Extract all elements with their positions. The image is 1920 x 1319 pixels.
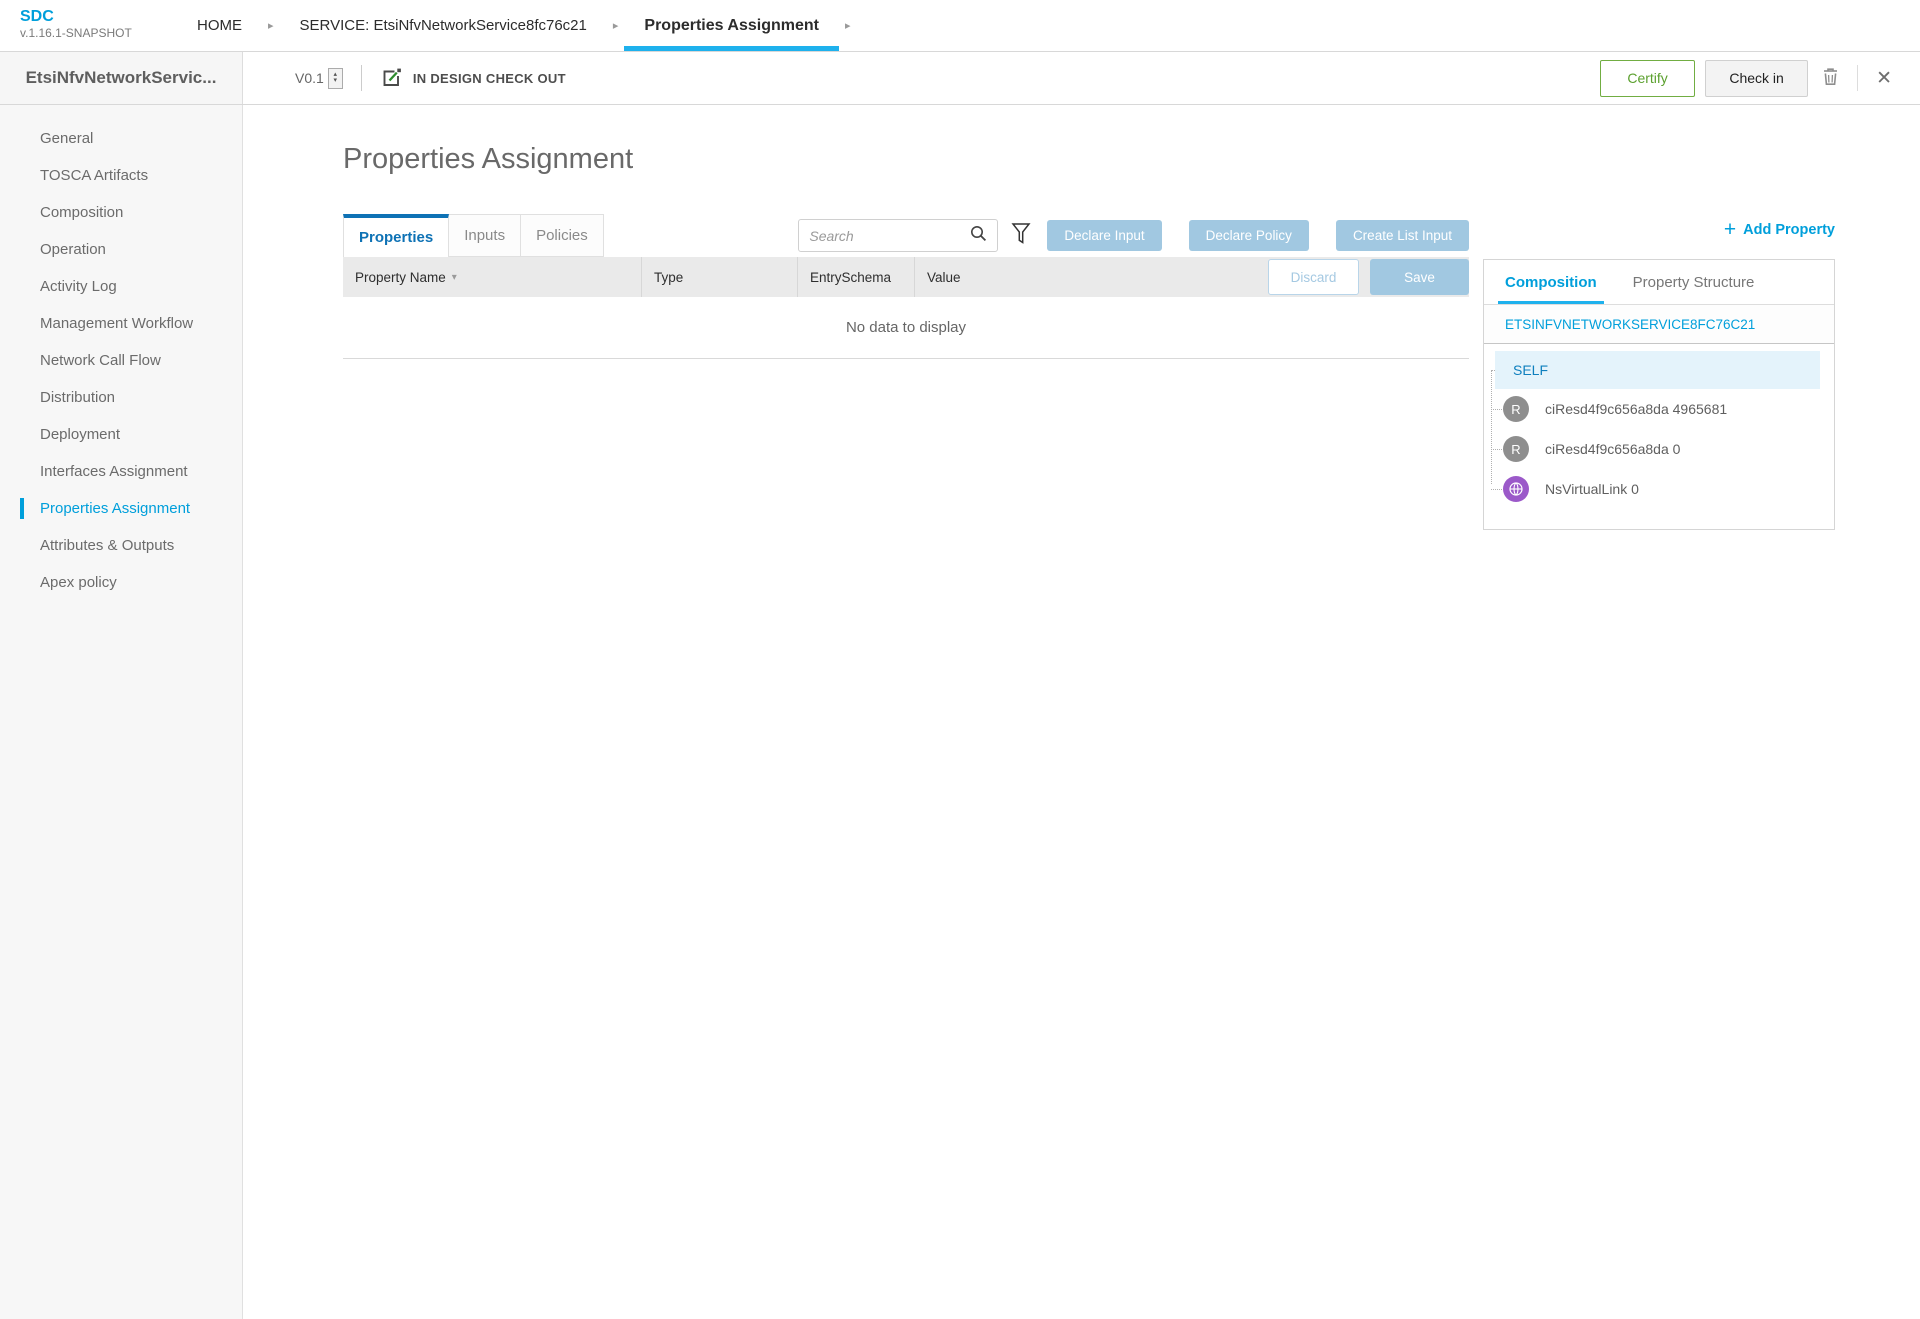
sidebar-item-attributes-outputs[interactable]: Attributes & Outputs xyxy=(0,527,242,564)
sidebar: General TOSCA Artifacts Composition Oper… xyxy=(0,105,243,1319)
divider xyxy=(1857,65,1858,91)
sort-arrow-icon: ▾ xyxy=(452,272,457,283)
declare-policy-button[interactable]: Declare Policy xyxy=(1189,220,1309,251)
table-header: Property Name ▾ Type EntrySchema Value D… xyxy=(343,257,1469,297)
column-entry-schema: EntrySchema xyxy=(798,257,915,297)
sidebar-item-apex-policy[interactable]: Apex policy xyxy=(0,564,242,601)
composition-panel: Composition Property Structure ETSINFVNE… xyxy=(1483,259,1835,530)
trash-icon xyxy=(1822,67,1839,89)
declare-input-button[interactable]: Declare Input xyxy=(1047,220,1161,251)
breadcrumb-home[interactable]: HOME xyxy=(195,0,244,51)
sidebar-item-management-workflow[interactable]: Management Workflow xyxy=(0,305,242,342)
entity-name: EtsiNfvNetworkServic... xyxy=(0,52,243,104)
sidebar-item-interfaces-assignment[interactable]: Interfaces Assignment xyxy=(0,453,242,490)
tab-property-structure[interactable]: Property Structure xyxy=(1626,260,1762,304)
breadcrumb-arrow-icon: ▸ xyxy=(589,0,643,51)
version-area: V0.1 ▴▾ IN DESIGN CHECK OUT xyxy=(243,52,566,104)
tab-inputs[interactable]: Inputs xyxy=(449,214,521,257)
version-label: V0.1 xyxy=(295,70,324,86)
tab-policies[interactable]: Policies xyxy=(521,214,604,257)
version-selector[interactable]: ▴▾ xyxy=(328,68,343,89)
properties-table: Property Name ▾ Type EntrySchema Value D… xyxy=(343,257,1469,359)
tab-group: Properties Inputs Policies xyxy=(343,214,604,257)
breadcrumb-properties-assignment[interactable]: Properties Assignment xyxy=(642,0,821,51)
sidebar-item-deployment[interactable]: Deployment xyxy=(0,416,242,453)
page-title: Properties Assignment xyxy=(343,143,1835,176)
breadcrumb-arrow-icon: ▸ xyxy=(821,0,875,51)
sdc-logo-title: SDC xyxy=(20,8,195,26)
tree-item-self[interactable]: SELF xyxy=(1495,351,1820,389)
discard-button[interactable]: Discard xyxy=(1268,259,1359,295)
tab-properties[interactable]: Properties xyxy=(343,214,449,257)
resource-badge-icon: R xyxy=(1503,436,1529,462)
service-link-row: ETSINFVNETWORKSERVICE8FC76C21 xyxy=(1484,305,1834,344)
header-actions: Certify Check in ✕ xyxy=(1600,52,1920,104)
sidebar-item-network-call-flow[interactable]: Network Call Flow xyxy=(0,342,242,379)
search-box xyxy=(798,219,998,252)
sidebar-item-general[interactable]: General xyxy=(0,120,242,157)
column-property-name[interactable]: Property Name ▾ xyxy=(343,257,642,297)
sidebar-item-composition[interactable]: Composition xyxy=(0,194,242,231)
table-actions: Discard Save xyxy=(1268,259,1469,295)
sdc-logo: SDC v.1.16.1-SNAPSHOT xyxy=(0,0,195,51)
sidebar-item-properties-assignment[interactable]: Properties Assignment xyxy=(0,490,242,527)
tree-item-virtual-link[interactable]: NsVirtualLink 0 xyxy=(1484,469,1834,509)
filter-icon xyxy=(1011,222,1031,249)
close-icon: ✕ xyxy=(1876,67,1892,90)
sidebar-item-distribution[interactable]: Distribution xyxy=(0,379,242,416)
main-content: Properties Assignment Properties Inputs … xyxy=(243,105,1920,1319)
lifecycle-status: IN DESIGN CHECK OUT xyxy=(413,71,566,86)
declare-actions: Declare Input Declare Policy Create List… xyxy=(1047,220,1469,251)
workspace-header: EtsiNfvNetworkServic... V0.1 ▴▾ IN DESIG… xyxy=(0,52,1920,105)
divider xyxy=(361,65,362,91)
breadcrumb-arrow-icon: ▸ xyxy=(244,0,298,51)
resource-badge-icon: R xyxy=(1503,396,1529,422)
close-button[interactable]: ✕ xyxy=(1862,60,1906,97)
plus-icon: + xyxy=(1724,220,1736,240)
breadcrumb-service[interactable]: SERVICE: EtsiNfvNetworkService8fc76c21 xyxy=(298,0,589,51)
network-icon xyxy=(1503,476,1529,502)
tab-composition[interactable]: Composition xyxy=(1498,260,1604,304)
sidebar-item-tosca-artifacts[interactable]: TOSCA Artifacts xyxy=(0,157,242,194)
properties-toolbar: Properties Inputs Policies xyxy=(343,214,1469,257)
empty-table-message: No data to display xyxy=(343,297,1469,359)
sidebar-item-activity-log[interactable]: Activity Log xyxy=(0,268,242,305)
certify-button[interactable]: Certify xyxy=(1600,60,1695,97)
search-input[interactable] xyxy=(809,228,970,244)
check-in-button[interactable]: Check in xyxy=(1705,60,1808,97)
top-nav: SDC v.1.16.1-SNAPSHOT HOME ▸ SERVICE: Et… xyxy=(0,0,1920,52)
check-out-icon xyxy=(380,67,403,89)
search-group: Declare Input Declare Policy Create List… xyxy=(798,219,1469,252)
body: General TOSCA Artifacts Composition Oper… xyxy=(0,105,1920,1319)
service-link[interactable]: ETSINFVNETWORKSERVICE8FC76C21 xyxy=(1505,317,1755,332)
sdc-version: v.1.16.1-SNAPSHOT xyxy=(20,26,195,40)
composition-tree: SELF R ciResd4f9c656a8da 4965681 R ciRes… xyxy=(1484,344,1834,509)
sidebar-item-operation[interactable]: Operation xyxy=(0,231,242,268)
search-icon[interactable] xyxy=(970,225,987,247)
add-property-button[interactable]: + Add Property xyxy=(1724,220,1835,240)
panel-tab-group: Composition Property Structure xyxy=(1484,260,1834,305)
tree-item-resource[interactable]: R ciResd4f9c656a8da 4965681 xyxy=(1484,389,1834,429)
filter-button[interactable] xyxy=(1011,222,1031,249)
create-list-input-button[interactable]: Create List Input xyxy=(1336,220,1469,251)
column-type: Type xyxy=(642,257,798,297)
tree-item-resource[interactable]: R ciResd4f9c656a8da 0 xyxy=(1484,429,1834,469)
save-button[interactable]: Save xyxy=(1370,259,1469,295)
delete-button[interactable] xyxy=(1808,60,1853,97)
breadcrumb: HOME ▸ SERVICE: EtsiNfvNetworkService8fc… xyxy=(195,0,875,51)
